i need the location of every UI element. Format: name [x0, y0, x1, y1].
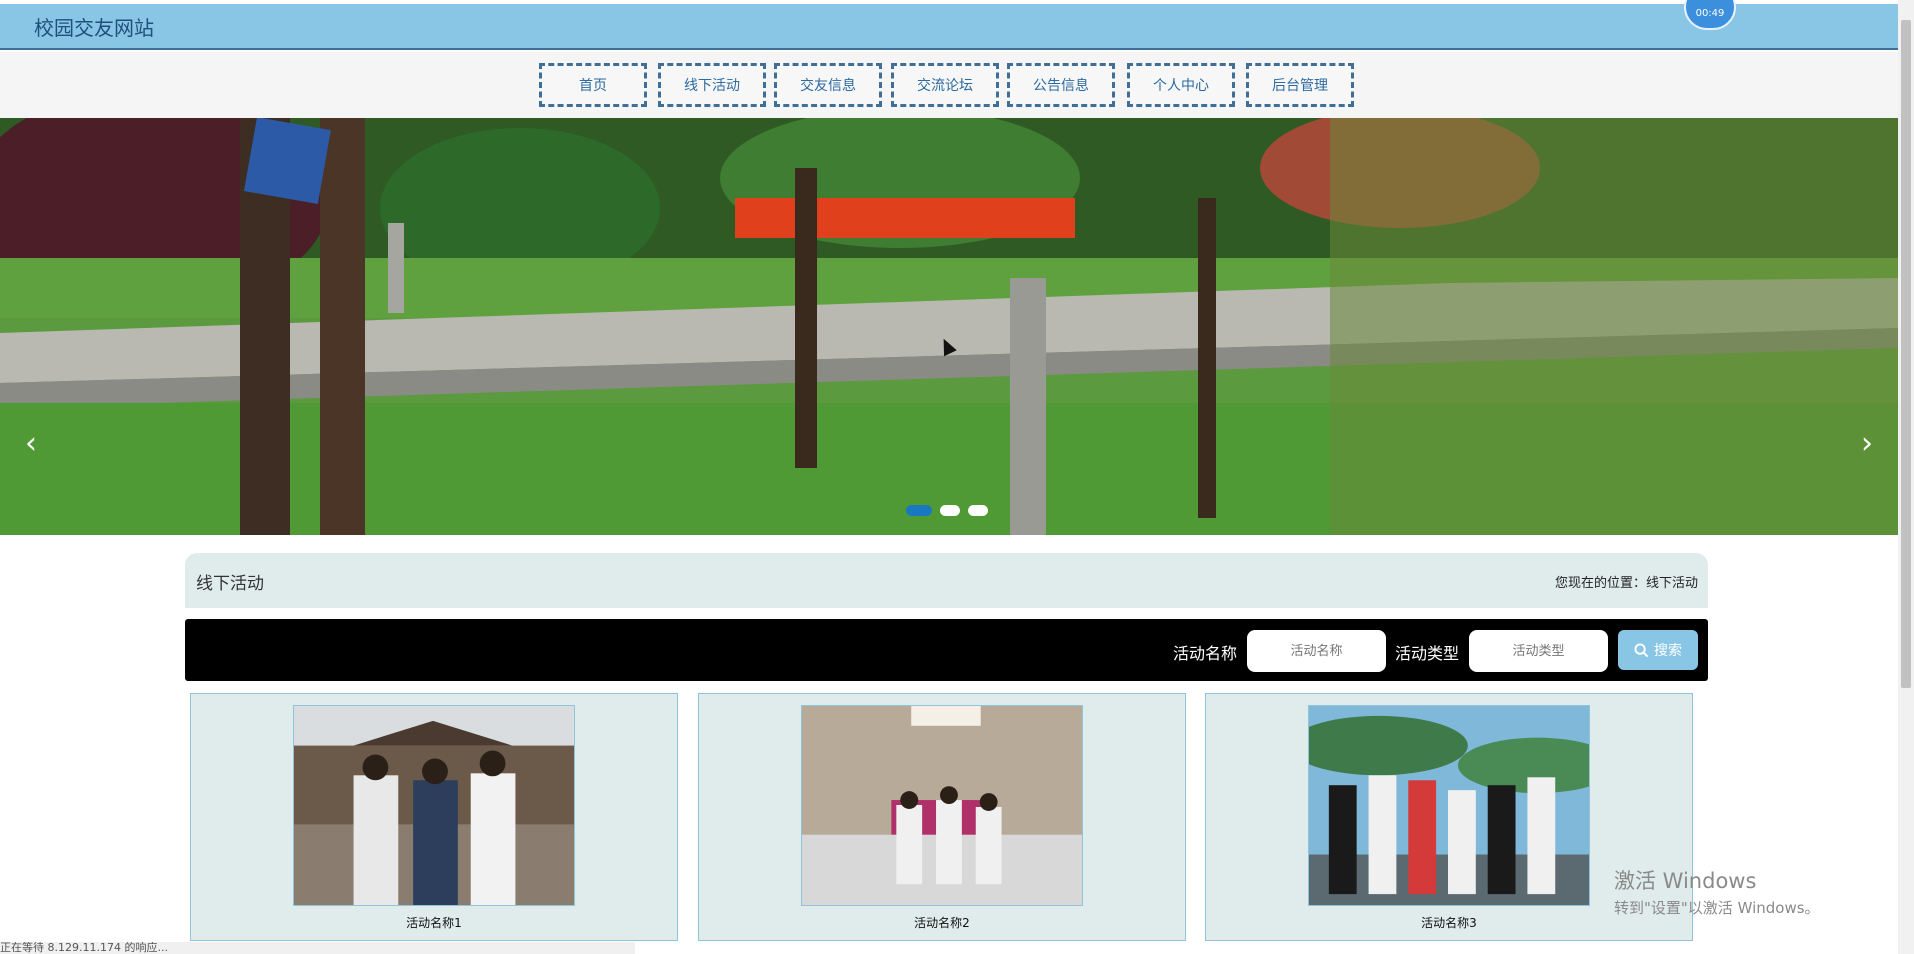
carousel-dot-1[interactable]: [906, 505, 932, 516]
activity-type-input[interactable]: [1469, 630, 1608, 672]
nav-dating-info[interactable]: 交友信息: [774, 63, 882, 107]
banner-image: [0, 118, 1898, 535]
carousel-indicators: [906, 505, 988, 516]
banner-carousel[interactable]: ‹ ›: [0, 118, 1898, 535]
activity-photo[interactable]: [1308, 705, 1590, 906]
activity-name-label: 活动名称: [1173, 644, 1238, 663]
main-nav: 首页 线下活动 交友信息 交流论坛 公告信息 个人中心 后台管理: [0, 52, 1898, 118]
scrollbar-thumb[interactable]: [1901, 20, 1911, 688]
nav-offline-activities[interactable]: 线下活动: [658, 63, 766, 107]
activity-type-label: 活动类型: [1395, 644, 1460, 663]
activity-card[interactable]: 活动名称2: [698, 693, 1186, 941]
search-icon: [1634, 642, 1649, 657]
activity-photo[interactable]: [293, 705, 575, 906]
browser-status-bar: 正在等待 8.129.11.174 的响应...: [0, 942, 635, 954]
nav-admin[interactable]: 后台管理: [1246, 63, 1354, 107]
watermark-line-2: 转到"设置"以激活 Windows。: [1614, 899, 1820, 917]
breadcrumb: 您现在的位置：线下活动: [1554, 576, 1698, 591]
browser-viewport: 校园交友网站 00:49 首页 线下活动 交友信息 交流论坛 公告信息 个人中心…: [0, 0, 1914, 954]
section-header: 线下活动 您现在的位置：线下活动: [185, 553, 1708, 608]
activity-photo[interactable]: [801, 705, 1083, 906]
search-bar: 活动名称 活动类型 搜索: [185, 619, 1708, 681]
site-title[interactable]: 校园交友网站: [34, 12, 154, 41]
activity-name-input[interactable]: [1247, 630, 1386, 672]
activity-photo-image: [294, 706, 574, 905]
activity-photo-image: [802, 706, 1082, 905]
site-header: 校园交友网站 00:49: [0, 0, 1898, 50]
page-scrollbar[interactable]: [1898, 0, 1914, 954]
carousel-dot-3[interactable]: [968, 505, 988, 516]
nav-personal-center[interactable]: 个人中心: [1127, 63, 1235, 107]
windows-activation-watermark: 激活 Windows 转到"设置"以激活 Windows。: [1614, 865, 1820, 918]
section-title: 线下活动: [196, 574, 264, 594]
activity-name[interactable]: 活动名称2: [699, 914, 1185, 931]
nav-forum[interactable]: 交流论坛: [891, 63, 999, 107]
search-button-label: 搜索: [1654, 643, 1682, 659]
nav-announcements[interactable]: 公告信息: [1007, 63, 1115, 107]
nav-home[interactable]: 首页: [539, 63, 647, 107]
chevron-right-icon[interactable]: ›: [1852, 424, 1882, 464]
chevron-left-icon[interactable]: ‹: [16, 424, 46, 464]
activity-card[interactable]: 活动名称1: [190, 693, 678, 941]
activity-name[interactable]: 活动名称1: [191, 914, 677, 931]
timer-badge[interactable]: 00:49: [1684, 0, 1736, 30]
carousel-dot-2[interactable]: [940, 505, 960, 516]
watermark-line-1: 激活 Windows: [1614, 869, 1757, 893]
search-button[interactable]: 搜索: [1618, 630, 1698, 670]
activity-photo-image: [1309, 706, 1589, 905]
